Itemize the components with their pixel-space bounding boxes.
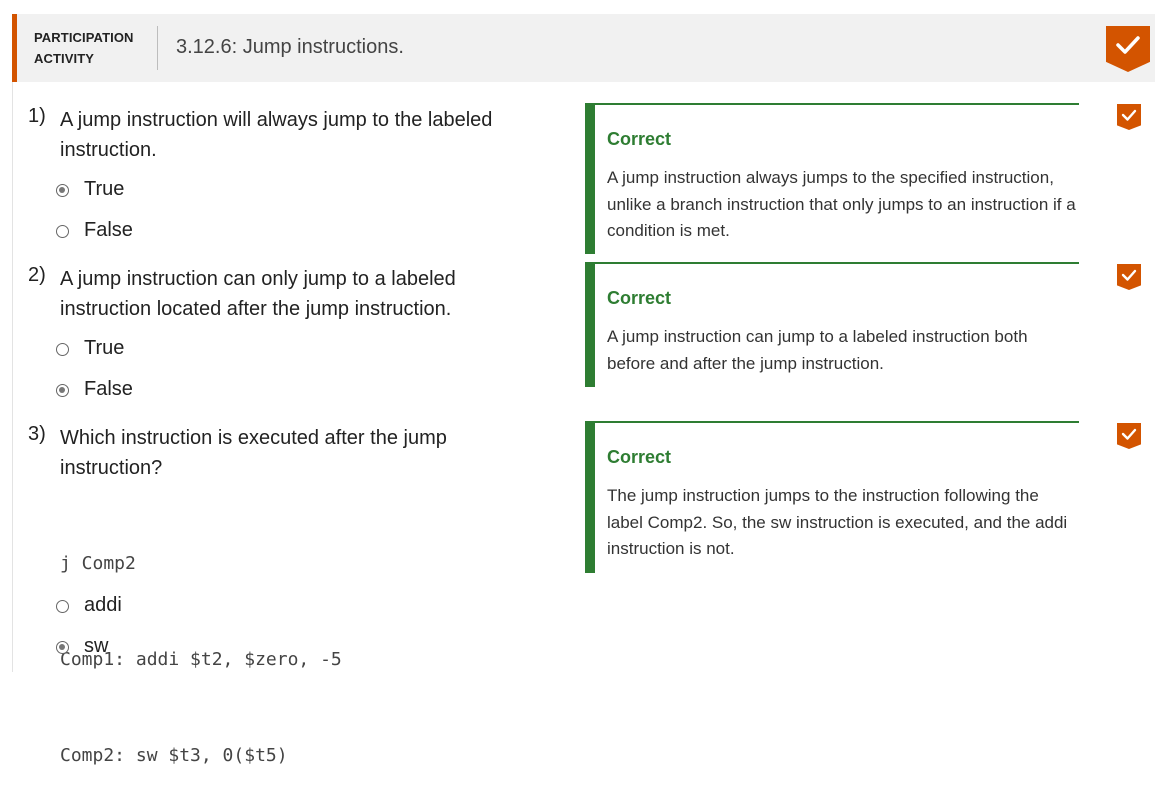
code-line: Comp2: sw $t3, 0($t5) <box>60 745 288 766</box>
question-number: 2) <box>28 264 46 286</box>
feedback-panel-1: Correct A jump instruction always jumps … <box>585 103 1079 254</box>
option-label: False <box>84 219 133 241</box>
feedback-status: Correct <box>607 288 672 308</box>
option-label: False <box>84 378 133 400</box>
question-text: Which instruction is executed after the … <box>60 427 447 479</box>
activity-type-line1: PARTICIPATION <box>34 30 134 45</box>
option-label: sw <box>84 635 109 657</box>
question-text: A jump instruction will always jump to t… <box>60 109 493 161</box>
question-number: 3) <box>28 423 46 445</box>
activity-type-label: PARTICIPATION ACTIVITY <box>34 27 134 69</box>
q1-complete-check-icon <box>1117 104 1141 130</box>
option-label: addi <box>84 594 122 616</box>
feedback-explanation: A jump instruction always jumps to the s… <box>607 168 1076 240</box>
feedback-status: Correct <box>607 129 672 149</box>
code-line: j Comp2 <box>60 553 136 574</box>
feedback-panel-3: Correct The jump instruction jumps to th… <box>585 421 1079 573</box>
radio-selected[interactable] <box>56 641 69 654</box>
activity-title: 3.12.6: Jump instructions. <box>176 36 404 58</box>
feedback-status: Correct <box>607 447 672 467</box>
feedback-explanation: The jump instruction jumps to the instru… <box>607 486 1068 558</box>
feedback-explanation: A jump instruction can jump to a labeled… <box>607 327 1028 373</box>
activity-complete-check-icon <box>1106 26 1150 72</box>
radio-selected[interactable] <box>56 384 69 397</box>
radio-unselected[interactable] <box>56 343 69 356</box>
question-number: 1) <box>28 105 46 127</box>
radio-selected[interactable] <box>56 184 69 197</box>
option-label: True <box>84 178 125 200</box>
content-left-rule <box>12 82 13 672</box>
feedback-panel-2: Correct A jump instruction can jump to a… <box>585 262 1079 387</box>
option-label: True <box>84 337 125 359</box>
radio-unselected[interactable] <box>56 225 69 238</box>
activity-header: PARTICIPATION ACTIVITY 3.12.6: Jump inst… <box>12 14 1155 82</box>
radio-unselected[interactable] <box>56 600 69 613</box>
question-text: A jump instruction can only jump to a la… <box>60 268 456 320</box>
q3-complete-check-icon <box>1117 423 1141 449</box>
activity-type-line2: ACTIVITY <box>34 51 95 66</box>
q2-complete-check-icon <box>1117 264 1141 290</box>
header-divider <box>157 26 158 70</box>
header-accent-bar <box>12 14 17 82</box>
